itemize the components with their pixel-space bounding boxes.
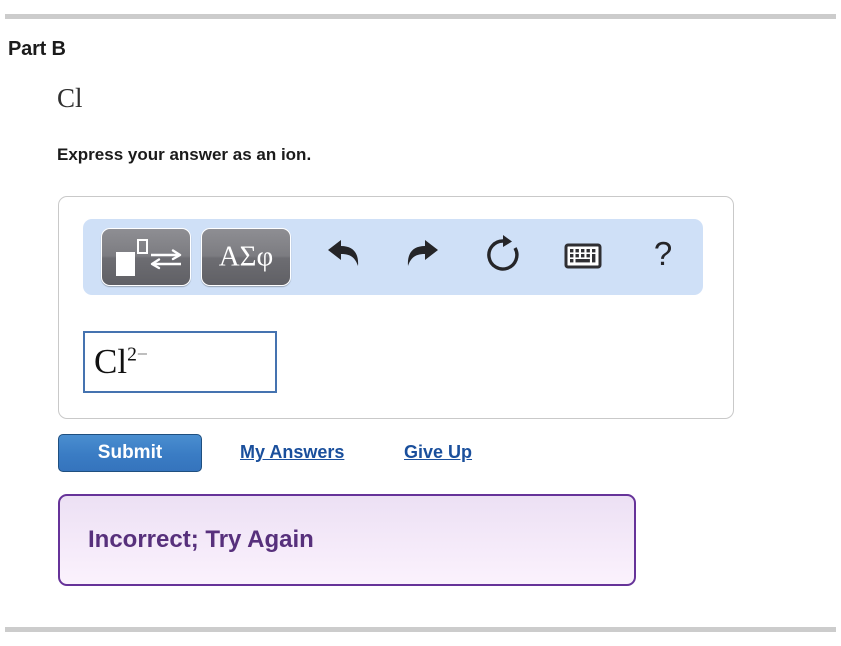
greek-letters-icon: ΑΣφ	[218, 240, 274, 273]
answer-charge-sign: −	[136, 344, 148, 366]
answer-value: Cl2−	[94, 339, 148, 385]
reset-icon[interactable]	[481, 233, 525, 279]
redo-icon[interactable]	[401, 233, 445, 279]
page-title: Part B	[8, 38, 66, 60]
help-icon[interactable]: ?	[641, 233, 685, 279]
equilibrium-arrow-icon	[150, 249, 182, 270]
answer-base: Cl	[94, 342, 128, 381]
answer-panel: ΑΣφ ? Cl2−	[58, 196, 734, 419]
undo-icon[interactable]	[321, 233, 365, 279]
submit-button[interactable]: Submit	[58, 434, 202, 472]
keyboard-icon[interactable]	[561, 233, 605, 279]
exponent-template-icon	[114, 239, 182, 277]
answer-input[interactable]: Cl2−	[83, 331, 277, 393]
help-question-mark: ?	[653, 235, 673, 272]
bottom-divider	[5, 627, 836, 632]
my-answers-link[interactable]: My Answers	[240, 442, 344, 463]
equation-toolbar: ΑΣφ ?	[83, 219, 703, 295]
greek-symbols-button[interactable]: ΑΣφ	[201, 228, 291, 286]
instruction-text: Express your answer as an ion.	[57, 145, 312, 164]
chemical-formula: Cl	[57, 83, 83, 113]
give-up-link[interactable]: Give Up	[404, 442, 472, 463]
exponent-template-button[interactable]	[101, 228, 191, 286]
feedback-message: Incorrect; Try Again	[88, 526, 314, 553]
top-divider	[5, 14, 836, 19]
feedback-box: Incorrect; Try Again	[58, 494, 636, 586]
answer-superscript-number: 2	[127, 344, 137, 366]
